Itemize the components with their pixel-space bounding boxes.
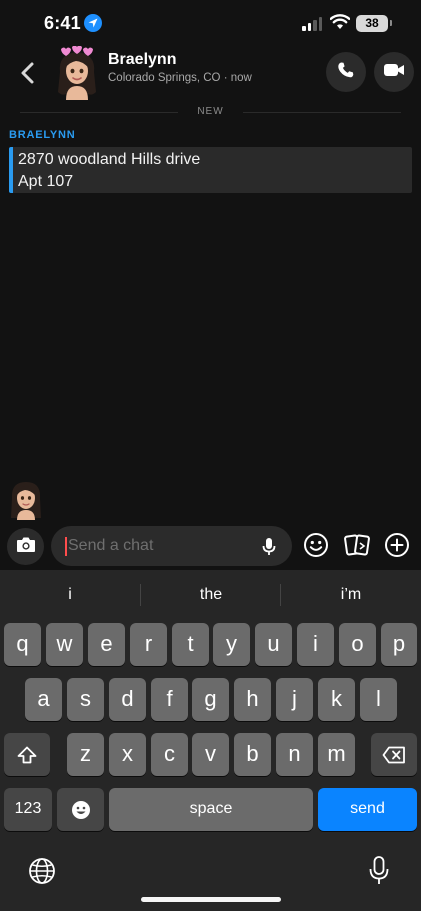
key-m[interactable]: m	[318, 733, 355, 776]
key-v[interactable]: v	[192, 733, 229, 776]
video-call-button[interactable]	[374, 52, 414, 92]
key-t[interactable]: t	[172, 623, 209, 666]
home-indicator	[141, 897, 281, 902]
key-e[interactable]: e	[88, 623, 125, 666]
key-k[interactable]: k	[318, 678, 355, 721]
key-r[interactable]: r	[130, 623, 167, 666]
backspace-icon	[382, 746, 405, 763]
emoji-key[interactable]	[57, 788, 104, 831]
key-f[interactable]: f	[151, 678, 188, 721]
key-x[interactable]: x	[109, 733, 146, 776]
message-bubble[interactable]: 2870 woodland Hills drive Apt 107	[9, 147, 412, 193]
divider-line-right	[243, 112, 401, 113]
message-line: Apt 107	[18, 173, 74, 190]
status-time: 6:41	[44, 13, 81, 33]
contact-name[interactable]: Braelynn	[108, 51, 176, 69]
microphone-icon[interactable]	[261, 537, 277, 562]
key-a[interactable]: a	[25, 678, 62, 721]
message-sender: BRAELYNN	[9, 129, 76, 141]
chat-input-bar: Send a chat	[0, 522, 421, 570]
key-q[interactable]: q	[4, 623, 41, 666]
key-y[interactable]: y	[213, 623, 250, 666]
voice-call-button[interactable]	[326, 52, 366, 92]
phone-icon	[337, 61, 355, 84]
delete-key[interactable]	[371, 733, 417, 776]
battery-tip	[390, 20, 392, 26]
key-u[interactable]: u	[255, 623, 292, 666]
contact-location: Colorado Springs, CO · now	[108, 72, 252, 84]
new-messages-divider: NEW	[0, 104, 421, 120]
camera-button[interactable]	[7, 528, 44, 565]
key-i[interactable]: i	[297, 623, 334, 666]
wifi-icon	[329, 14, 351, 35]
key-z[interactable]: z	[67, 733, 104, 776]
chat-input[interactable]: Send a chat	[51, 526, 292, 566]
dictation-mic-icon[interactable]	[368, 855, 390, 892]
key-b[interactable]: b	[234, 733, 271, 776]
key-w[interactable]: w	[46, 623, 83, 666]
smiley-icon[interactable]	[303, 532, 329, 558]
key-h[interactable]: h	[234, 678, 271, 721]
cards-icon[interactable]	[343, 532, 370, 558]
suggestion-2[interactable]: the	[141, 586, 281, 604]
text-cursor	[65, 537, 67, 556]
chat-input-placeholder: Send a chat	[68, 537, 154, 554]
plus-circle-icon[interactable]	[384, 532, 410, 558]
key-g[interactable]: g	[192, 678, 229, 721]
key-n[interactable]: n	[276, 733, 313, 776]
numbers-key[interactable]: 123	[4, 788, 52, 831]
status-bar: 6:41 38	[0, 0, 421, 46]
key-p[interactable]: p	[381, 623, 417, 666]
key-o[interactable]: o	[339, 623, 376, 666]
space-key[interactable]: space	[109, 788, 313, 831]
friend-bitmoji-avatar[interactable]	[6, 478, 46, 520]
shift-key[interactable]	[4, 733, 50, 776]
key-c[interactable]: c	[151, 733, 188, 776]
suggestion-3[interactable]: i’m	[281, 586, 421, 604]
emoji-icon	[71, 800, 90, 819]
key-l[interactable]: l	[360, 678, 397, 721]
send-key[interactable]: send	[318, 788, 417, 831]
key-s[interactable]: s	[67, 678, 104, 721]
globe-icon[interactable]	[28, 857, 56, 890]
battery-level: 38	[356, 15, 388, 32]
chat-header: Braelynn Colorado Springs, CO · now	[0, 45, 421, 102]
chevron-left-icon[interactable]	[16, 58, 40, 88]
shift-icon	[17, 746, 37, 763]
key-j[interactable]: j	[276, 678, 313, 721]
cellular-signal-icon	[302, 17, 322, 31]
video-camera-icon	[383, 62, 405, 83]
avatar[interactable]	[52, 45, 102, 100]
camera-icon	[16, 536, 36, 558]
location-arrow-icon	[84, 14, 102, 32]
suggestion-1[interactable]: i	[0, 586, 140, 604]
key-d[interactable]: d	[109, 678, 146, 721]
message-line: 2870 woodland Hills drive	[18, 151, 201, 168]
